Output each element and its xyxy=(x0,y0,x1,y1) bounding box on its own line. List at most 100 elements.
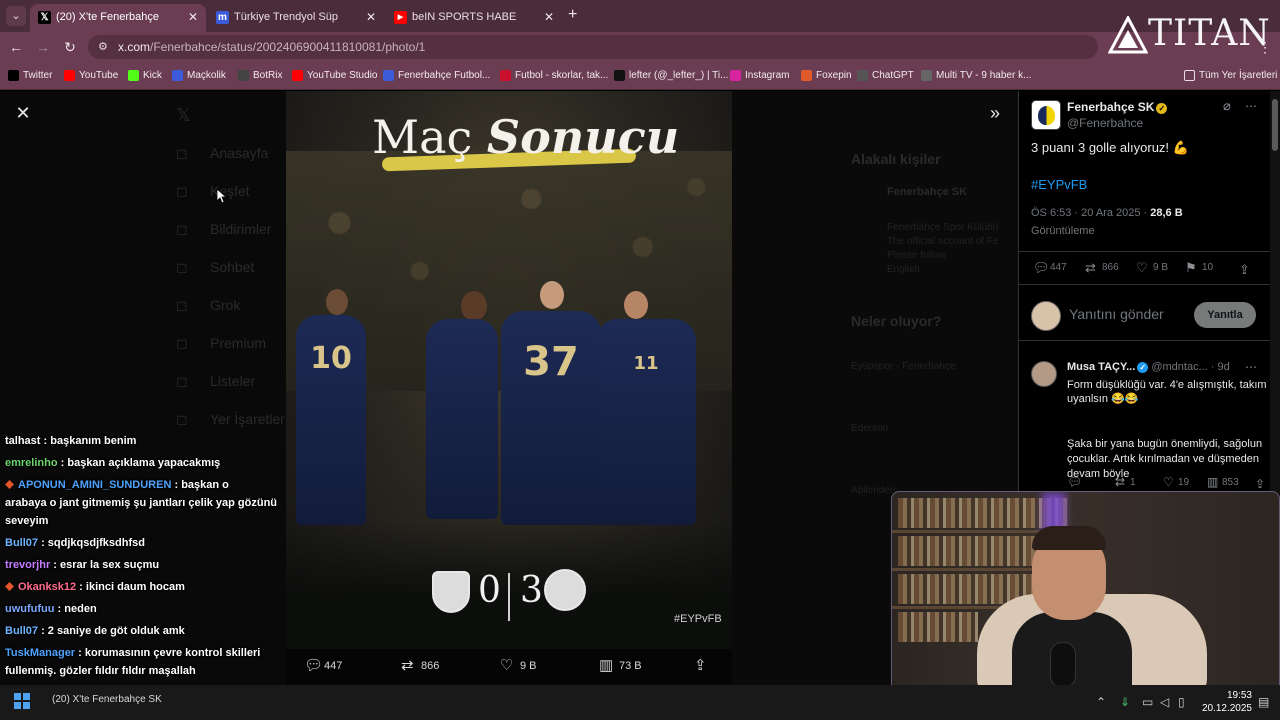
chat-username[interactable]: Bull07 xyxy=(5,537,38,549)
chat-username[interactable]: talhast xyxy=(5,435,40,447)
bookmark-instagram[interactable]: Instagram xyxy=(730,68,789,84)
battery-icon[interactable]: ▯ xyxy=(1178,695,1185,709)
chat-message: Bull07 : sqdjkqsdjfksdhfsd xyxy=(5,534,145,552)
tweet-bookmark-button[interactable]: ⚑ 10 xyxy=(1185,260,1214,275)
bookmark-label: Fenerbahçe Futbol... xyxy=(398,70,491,81)
chat-username[interactable]: Bull07 xyxy=(5,625,38,637)
comment-repost-button[interactable]: ⇄ 1 xyxy=(1115,475,1136,489)
chat-username[interactable]: Okanksk12 xyxy=(18,581,76,593)
sidebar-item: Sohbet xyxy=(210,259,255,275)
back-arrow-icon[interactable]: ← xyxy=(6,37,26,57)
comment-share-button[interactable]: ⇪ xyxy=(1255,477,1265,491)
bookmark-fenerbahçe-futbol[interactable]: Fenerbahçe Futbol... xyxy=(383,68,490,84)
forward-arrow-icon[interactable]: → xyxy=(33,37,53,57)
tweet-reply-button[interactable]: 💬︎ 447 xyxy=(1033,260,1067,275)
commenter-header[interactable]: Musa TAÇY... ✓ @mdntac... · 9d xyxy=(1067,361,1230,373)
tab-close-icon[interactable]: ✕ xyxy=(544,4,554,30)
commenter-avatar[interactable] xyxy=(1031,361,1057,387)
home-score: 0 xyxy=(478,570,501,611)
chat-username[interactable]: TuskManager xyxy=(5,647,75,659)
bookmark-multi-tv-9-haber-k[interactable]: Multi TV - 9 haber k... xyxy=(921,68,1031,84)
tab-bein-sports[interactable]: ▶ beIN SPORTS HABER Canlı Yayın ✕ xyxy=(386,4,562,32)
chat-username[interactable]: uwufufuu xyxy=(5,603,54,615)
sidebar-item-icon: ◻ xyxy=(176,145,188,161)
streamer-hair xyxy=(1032,526,1106,550)
grok-icon[interactable]: ⌀ xyxy=(1223,98,1231,114)
bookmark-twitter[interactable]: Twitter xyxy=(8,68,52,84)
tweet-timestamp: ÖS 6:53 · 20 Ara 2025 · 28,6 B xyxy=(1031,207,1183,219)
taskbar-clock[interactable]: 19:53 20.12.2025 xyxy=(1196,689,1252,715)
reply-input[interactable]: Yanıtını gönder xyxy=(1069,306,1164,322)
site-settings-icon[interactable]: ⚙ xyxy=(98,39,112,55)
sidebar-item-icon: ◻ xyxy=(176,411,188,427)
tray-chevron-icon[interactable]: ⌃ xyxy=(1096,695,1106,709)
more-options-icon[interactable]: ⋯ xyxy=(1245,99,1258,113)
expand-panel-icon[interactable]: » xyxy=(986,104,1004,122)
scrollbar-thumb[interactable] xyxy=(1272,99,1278,151)
tab-search-dropdown[interactable]: ⌄ xyxy=(6,6,26,26)
repost-button[interactable]: ⇄ 866 xyxy=(401,655,439,677)
titan-logo-icon xyxy=(1108,16,1148,54)
share-button[interactable]: ⇪ xyxy=(694,655,707,677)
fenerbahce-avatar[interactable] xyxy=(1031,100,1061,130)
like-button[interactable]: ♡ 9 B xyxy=(500,655,537,677)
chat-separator: : xyxy=(40,435,51,447)
tab-super-lig[interactable]: m Türkiye Trendyol Süper Lig 2025 ✕ xyxy=(208,4,384,32)
player-head xyxy=(540,281,564,309)
bookmark-label: Kick xyxy=(143,70,162,81)
reply-submit-button[interactable]: Yanıtla xyxy=(1194,302,1256,328)
bookmark-botrix[interactable]: BotRix xyxy=(238,68,282,84)
tab-close-icon[interactable]: ✕ xyxy=(188,4,198,30)
comment-views-button[interactable]: ▥ 853 xyxy=(1207,475,1239,489)
bookmark-kick[interactable]: Kick xyxy=(128,68,162,84)
tweet-repost-button[interactable]: ⇄ 866 xyxy=(1085,260,1119,275)
tab-close-icon[interactable]: ✕ xyxy=(366,4,376,30)
close-icon[interactable]: ✕ xyxy=(14,104,32,122)
reply-composer: Yanıtını gönder Yanıtla xyxy=(1019,291,1271,341)
tweet-like-button[interactable]: ♡ 9 B xyxy=(1136,260,1168,275)
all-bookmarks-folder[interactable]: Tüm Yer İşaretleri xyxy=(1184,68,1277,84)
bookmark-maçkolik[interactable]: Maçkolik xyxy=(172,68,226,84)
streamer-webcam xyxy=(891,491,1280,698)
tweet-author[interactable]: Fenerbahçe SK ✓ xyxy=(1067,100,1168,114)
bookmark-label: Foxepin xyxy=(816,70,852,81)
bookmark-youtube[interactable]: YouTube xyxy=(64,68,118,84)
chat-username[interactable]: APONUN_AMINI_SUNDUREN xyxy=(18,479,171,491)
tweet-stats-bar: 💬︎ 447 ⇄ 866 ♡ 9 B ⚑ 10 ⇪ xyxy=(1019,251,1271,285)
comment-like-button[interactable]: ♡ 19 xyxy=(1163,475,1189,489)
tab-x-fenerbahce[interactable]: 𝕏 (20) X'te Fenerbahçe SK: "3 puanı 3 go… xyxy=(30,4,206,32)
chat-username[interactable]: emrelinho xyxy=(5,457,58,469)
sidebar-item-icon: ◻ xyxy=(176,373,188,389)
more-options-icon[interactable]: ⋯ xyxy=(1245,360,1258,374)
address-bar[interactable]: ⚙ x.com/Fenerbahce/status/20024069004118… xyxy=(88,35,1098,59)
new-tab-button[interactable]: + xyxy=(568,6,577,24)
download-icon[interactable]: ⇓ xyxy=(1120,695,1130,709)
notifications-icon[interactable]: ▤ xyxy=(1258,695,1269,709)
commenter-handle: @mdntac... xyxy=(1151,361,1208,373)
bookmark-lefter-lefter-ti[interactable]: lefter (@_lefter_) | Ti... xyxy=(614,68,728,84)
author-handle[interactable]: @Fenerbahce xyxy=(1067,116,1143,130)
heart-icon: ♡ xyxy=(1163,475,1174,489)
tweet-hashtag[interactable]: #EYPvFB xyxy=(1031,177,1087,192)
reload-icon[interactable]: ↻ xyxy=(60,37,80,57)
views-button[interactable]: ▥ 73 B xyxy=(599,655,642,677)
taskbar-app-label[interactable]: (20) X'te Fenerbahçe SK xyxy=(52,694,162,705)
chat-username[interactable]: trevorjhr xyxy=(5,559,50,571)
match-result-photo[interactable]: Maç Sonucu 10 37 11 0 3 #EYPvFB xyxy=(286,91,732,649)
bookmark-chatgpt[interactable]: ChatGPT xyxy=(857,68,914,84)
volume-icon[interactable]: ◁ xyxy=(1160,695,1169,709)
start-menu-icon[interactable] xyxy=(14,693,30,709)
photo-action-bar: 💬︎ 447 ⇄ 866 ♡ 9 B ▥ 73 B ⇪ xyxy=(286,651,732,681)
x-logo-icon: 𝕏 xyxy=(176,105,191,125)
reply-button[interactable]: 💬︎ 447 xyxy=(304,655,342,677)
tweet-share-button[interactable]: ⇪ xyxy=(1239,262,1250,278)
bookmark-foxepin[interactable]: Foxepin xyxy=(801,68,852,84)
chat-text: neden xyxy=(64,603,97,615)
tweet-bookmark-count: 10 xyxy=(1202,262,1214,273)
chat-text-continued: arabaya o jant gitmemiş şu jantları çeli… xyxy=(5,497,278,509)
bookmark-youtube-studio[interactable]: YouTube Studio xyxy=(292,68,377,84)
network-icon[interactable]: ▭ xyxy=(1142,695,1153,709)
bookmark-label: Multi TV - 9 haber k... xyxy=(936,70,1032,81)
bookmark-futbol-skorlar-tak[interactable]: Futbol - skorlar, tak... xyxy=(500,68,608,84)
chat-text: sqdjkqsdjfksdhfsd xyxy=(47,537,145,549)
